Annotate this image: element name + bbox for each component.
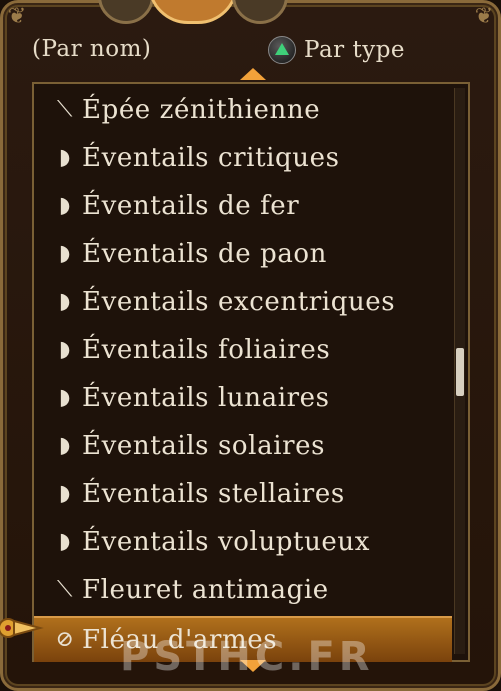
list-item-label: Éventails de fer (82, 191, 300, 221)
fan-icon: ◗ (58, 529, 72, 554)
list-item[interactable]: ◗ Éventails foliaires (34, 328, 452, 372)
list-item[interactable]: ◗ Éventails lunaires (34, 376, 452, 420)
fan-icon: ◗ (58, 241, 72, 266)
list-item[interactable]: ◗ Éventails stellaires (34, 472, 452, 516)
watermark: PSTHC.FR (120, 634, 374, 680)
fan-icon: ◗ (58, 385, 72, 410)
list-item[interactable]: ◗ Éventails voluptueux (34, 520, 452, 564)
corner-ornament-icon: ❦ (7, 4, 27, 29)
corner-ornament-icon: ❦ (474, 4, 494, 29)
scroll-up-arrow-icon[interactable] (240, 68, 266, 80)
list-item-label: Éventails excentriques (82, 287, 396, 317)
list-item-label: Éventails voluptueux (82, 527, 371, 557)
sword-icon: ⟍ (56, 577, 73, 602)
list-item-label: Éventails solaires (82, 431, 326, 461)
list-item[interactable]: ◗ Éventails excentriques (34, 280, 452, 324)
fan-icon: ◗ (58, 289, 72, 314)
flail-icon: ⊘ (55, 627, 75, 652)
list-item[interactable]: ⟍ Épée zénithienne (34, 88, 452, 132)
list-item-label: Éventails critiques (82, 143, 340, 173)
list-item-label: Fleuret antimagie (82, 575, 329, 605)
scrollbar-thumb[interactable] (456, 348, 464, 396)
list-item[interactable]: ⟍ Fleuret antimagie (34, 568, 452, 612)
list-item[interactable]: ◗ Éventails de paon (34, 232, 452, 276)
sort-tabs: (Par nom) Par type (32, 36, 472, 70)
fan-icon: ◗ (58, 193, 72, 218)
fan-icon: ◗ (58, 433, 72, 458)
sort-by-name-tab[interactable]: (Par nom) (32, 36, 151, 62)
list-item[interactable]: ◗ Éventails de fer (34, 184, 452, 228)
fan-icon: ◗ (58, 481, 72, 506)
weapon-list: ⟍ Épée zénithienne ◗ Éventails critiques ◗ Év… (32, 82, 470, 662)
list-item-label: Éventails stellaires (82, 479, 345, 509)
triangle-button-icon (268, 36, 296, 64)
fan-icon: ◗ (58, 337, 72, 362)
list-item-label: Épée zénithienne (82, 95, 321, 125)
sort-by-type-tab[interactable]: Par type (268, 36, 405, 64)
list-item-label: Éventails foliaires (82, 335, 331, 365)
sword-icon: ⟍ (56, 97, 73, 122)
selection-pointer-icon (0, 618, 44, 638)
list-item-label: Éventails de paon (82, 239, 328, 269)
fan-icon: ◗ (58, 145, 72, 170)
list-item[interactable]: ◗ Éventails critiques (34, 136, 452, 180)
list-item[interactable]: ◗ Éventails solaires (34, 424, 452, 468)
list-item-label: Éventails lunaires (82, 383, 330, 413)
sort-by-type-label: Par type (304, 37, 406, 63)
